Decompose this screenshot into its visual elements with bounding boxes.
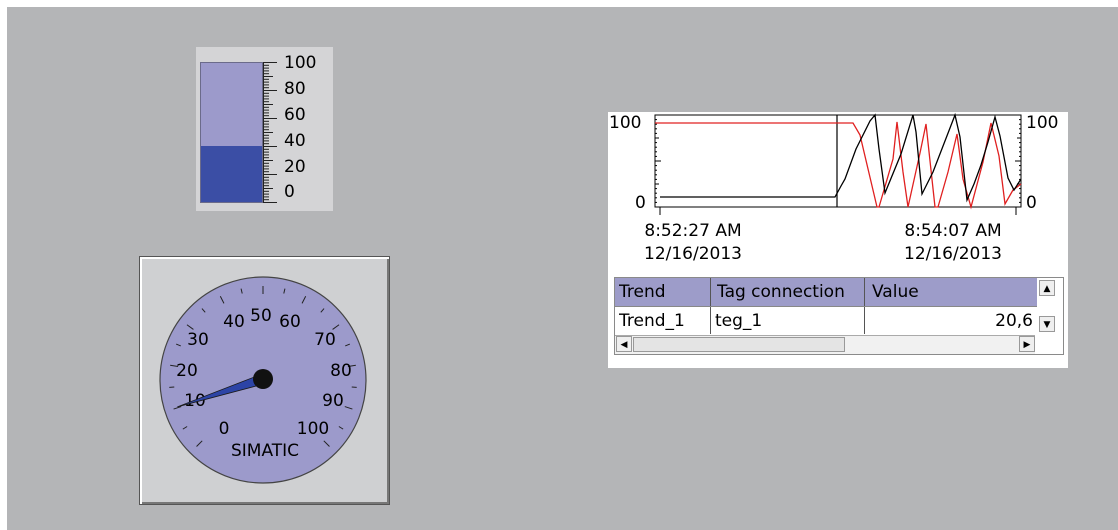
- scroll-down-button[interactable]: ▼: [1039, 316, 1055, 332]
- y-right-max-label: 100: [1026, 113, 1058, 133]
- trend-plot: 100 0 100 0: [609, 112, 1058, 215]
- cell-tag[interactable]: teg_1: [715, 307, 762, 335]
- gauge-brand-label: SIMATIC: [231, 441, 299, 461]
- column-header-tag[interactable]: Tag connection: [717, 278, 845, 306]
- date-start-label: 12/16/2013: [644, 244, 742, 264]
- time-end-label: 8:54:07 AM: [904, 221, 1002, 241]
- gauge-label: 0: [219, 419, 230, 439]
- y-right-min-label: 0: [1026, 193, 1037, 213]
- bar-scale-label: 80: [284, 79, 306, 99]
- bar-scale-label: 40: [284, 131, 306, 151]
- gauge-label: 20: [176, 361, 198, 381]
- scroll-left-button[interactable]: ◀: [616, 336, 632, 352]
- y-left-min-label: 0: [635, 193, 646, 213]
- trend-view[interactable]: 100 0 100 0 8:52:27 AM 12/16/2013 8:54:0…: [608, 112, 1068, 368]
- bar-scale-ticks: [263, 62, 277, 203]
- gauge-label: 80: [330, 361, 352, 381]
- gauge-label: 50: [250, 306, 272, 326]
- gauge-hub: [253, 369, 273, 389]
- cell-trend[interactable]: Trend_1: [619, 307, 685, 335]
- bar-track: [200, 62, 263, 203]
- cell-value[interactable]: 20,6: [867, 307, 1033, 335]
- gauge-dial: 0 10 20 30 40 50 60 70 80 90 100 SIMATIC: [159, 276, 367, 484]
- gauge-label: 90: [322, 391, 344, 411]
- trend-value-table[interactable]: Trend Tag connection Value Trend_1 teg_1…: [614, 277, 1064, 355]
- y-left-max-label: 100: [609, 113, 641, 133]
- column-header-trend[interactable]: Trend: [619, 278, 666, 306]
- date-end-label: 12/16/2013: [904, 244, 1002, 264]
- gauge-label: 100: [297, 419, 329, 439]
- bar-scale-label: 60: [284, 105, 306, 125]
- scroll-thumb[interactable]: [633, 337, 845, 352]
- bar-scale-label: 100: [284, 53, 317, 73]
- horizontal-scrollbar[interactable]: ◀ ▶: [615, 335, 1035, 354]
- bar-fill: [201, 146, 262, 202]
- scroll-right-button[interactable]: ▶: [1019, 336, 1035, 352]
- bar-scale-label: 0: [284, 182, 295, 202]
- gauge-widget[interactable]: 0 10 20 30 40 50 60 70 80 90 100 SIMATIC: [139, 256, 390, 505]
- time-start-label: 8:52:27 AM: [644, 221, 742, 241]
- column-header-value[interactable]: Value: [872, 278, 919, 306]
- bar-indicator[interactable]: 100 80 60 40 20 0: [196, 47, 333, 211]
- scroll-up-button[interactable]: ▲: [1039, 280, 1055, 296]
- gauge-label: 40: [223, 312, 245, 332]
- gauge-label: 60: [279, 312, 301, 332]
- gauge-label: 30: [187, 330, 209, 350]
- bar-scale-label: 20: [284, 157, 306, 177]
- gauge-label: 70: [314, 330, 336, 350]
